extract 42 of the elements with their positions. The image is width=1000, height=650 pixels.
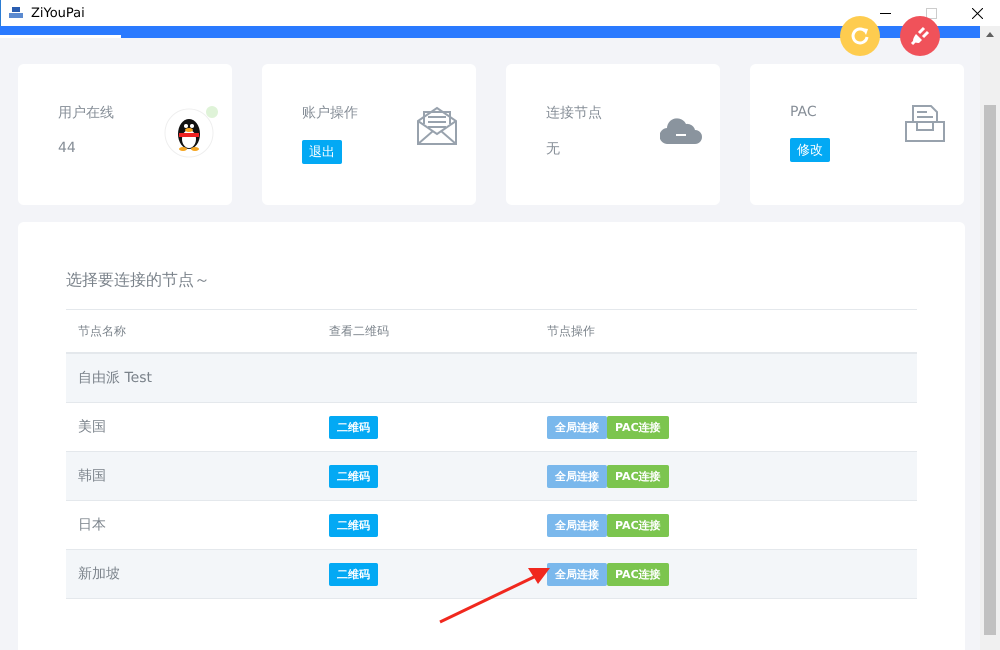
pac-connect-button[interactable]: PAC连接 [607, 562, 669, 586]
card-value: 无 [546, 140, 561, 158]
qr-code-button[interactable]: 二维码 [329, 416, 378, 438]
card-value: 44 [58, 140, 77, 156]
close-icon[interactable] [972, 8, 983, 18]
pac-connect-button[interactable]: PAC连接 [607, 514, 669, 536]
inbox-tray-icon [905, 104, 945, 142]
node-name: 美国 [78, 418, 107, 436]
plug-icon [908, 24, 932, 48]
column-header: 节点名称 [78, 322, 127, 340]
group-name: 自由派 Test [78, 369, 154, 387]
node-name: 日本 [78, 516, 107, 534]
disconnect-button[interactable] [900, 16, 940, 56]
global-connect-button[interactable]: 全局连接 [547, 416, 607, 438]
node-name: 新加坡 [78, 565, 121, 583]
card-action-button[interactable]: 修改 [790, 138, 830, 162]
maximize-icon[interactable] [926, 8, 937, 18]
panel-title: 选择要连接的节点～ [66, 270, 211, 291]
card-action-button[interactable]: 退出 [302, 140, 342, 164]
cloud-icon [660, 118, 702, 144]
refresh-icon [850, 26, 870, 46]
pac-connect-button[interactable]: PAC连接 [607, 416, 669, 438]
global-connect-button[interactable]: 全局连接 [547, 464, 607, 488]
pac-connect-button[interactable]: PAC连接 [607, 464, 669, 488]
card-label: 账户操作 [302, 104, 359, 122]
global-connect-button[interactable]: 全局连接 [547, 562, 607, 586]
scrollbar-thumb[interactable] [984, 105, 996, 635]
app-logo-icon [9, 7, 23, 19]
card-label: 连接节点 [546, 104, 603, 122]
qr-code-button[interactable]: 二维码 [329, 562, 378, 586]
scroll-up-icon[interactable] [986, 32, 994, 37]
scrollbar[interactable] [980, 26, 1000, 650]
qr-code-button[interactable]: 二维码 [329, 464, 378, 488]
column-header: 查看二维码 [329, 322, 390, 340]
node-name: 韩国 [78, 467, 107, 485]
card-label: 用户在线 [58, 104, 115, 122]
qr-code-button[interactable]: 二维码 [329, 514, 378, 536]
column-header: 节点操作 [547, 322, 596, 340]
global-connect-button[interactable]: 全局连接 [547, 514, 607, 536]
envelope-icon [416, 104, 458, 146]
card-label: PAC [790, 104, 818, 120]
window-title: ZiYouPai [31, 6, 85, 20]
